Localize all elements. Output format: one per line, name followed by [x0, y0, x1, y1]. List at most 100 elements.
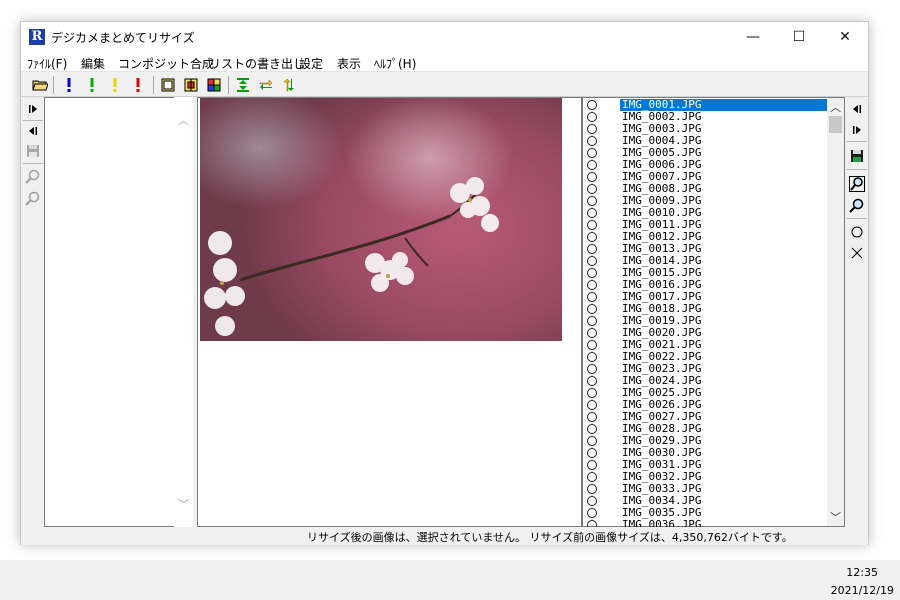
- menu-bar: ﾌｧｲﾙ(F) 編集 コンポジット合成 リストの書き出し 設定 表示 ﾍﾙﾌﾟ(…: [21, 52, 868, 72]
- zoom-disabled-button[interactable]: [23, 189, 43, 209]
- save-disabled-button[interactable]: [23, 141, 43, 161]
- zoom-fit-button[interactable]: [847, 174, 867, 194]
- list-item[interactable]: IMG_0027.JPG: [584, 411, 827, 423]
- status-circle-icon: [587, 220, 597, 230]
- file-list-scrollbar[interactable]: ︿ ﹀: [827, 98, 844, 526]
- list-item[interactable]: IMG_0005.JPG: [584, 147, 827, 159]
- list-item[interactable]: IMG_0033.JPG: [584, 483, 827, 495]
- fit-vertical-button[interactable]: [234, 76, 252, 94]
- list-item[interactable]: IMG_0024.JPG: [584, 375, 827, 387]
- list-item[interactable]: IMG_0023.JPG: [584, 363, 827, 375]
- maximize-button[interactable]: ☐: [776, 22, 822, 52]
- status-message: リサイズ後の画像は、選択されていません。 リサイズ前の画像サイズは、4,350,…: [307, 531, 793, 544]
- exclamation-dot: [90, 89, 94, 92]
- menu-export-list[interactable]: リストの書き出し: [209, 55, 305, 72]
- status-circle-icon: [587, 316, 597, 326]
- zoom-fit-disabled-button[interactable]: [23, 167, 43, 187]
- app-window: R デジカメまとめてリサイズ — ☐ ✕ ﾌｧｲﾙ(F) 編集 コンポジット合成…: [20, 21, 869, 545]
- circle-icon: [851, 226, 863, 238]
- title-bar[interactable]: R デジカメまとめてリサイズ — ☐ ✕: [21, 22, 868, 52]
- menu-edit[interactable]: 編集: [81, 55, 105, 72]
- expand-right-button[interactable]: [23, 99, 43, 119]
- priority-green-button[interactable]: [83, 76, 101, 94]
- list-item[interactable]: IMG_0029.JPG: [584, 435, 827, 447]
- list-item[interactable]: IMG_0012.JPG: [584, 231, 827, 243]
- grid-frame-icon: [184, 78, 198, 92]
- list-item[interactable]: IMG_0007.JPG: [584, 171, 827, 183]
- zoom-button[interactable]: [847, 196, 867, 216]
- cross-icon: [851, 247, 863, 259]
- swap-horizontal-button[interactable]: [257, 76, 275, 94]
- mark-cross-button[interactable]: [847, 243, 867, 263]
- list-item[interactable]: IMG_0009.JPG: [584, 195, 827, 207]
- swap-vertical-button[interactable]: [280, 76, 298, 94]
- list-item[interactable]: IMG_0032.JPG: [584, 471, 827, 483]
- list-item[interactable]: IMG_0014.JPG: [584, 255, 827, 267]
- list-item[interactable]: IMG_0003.JPG: [584, 123, 827, 135]
- close-button[interactable]: ✕: [822, 22, 868, 52]
- list-item[interactable]: IMG_0001.JPG: [584, 99, 828, 111]
- menu-file[interactable]: ﾌｧｲﾙ(F): [27, 55, 67, 72]
- list-item[interactable]: IMG_0006.JPG: [584, 159, 827, 171]
- menu-help[interactable]: ﾍﾙﾌﾟ(H): [374, 55, 416, 72]
- toolbar: [21, 73, 868, 97]
- list-item[interactable]: IMG_0020.JPG: [584, 327, 827, 339]
- status-circle-icon: [587, 352, 597, 362]
- expand-right-right-strip-button[interactable]: [847, 120, 867, 140]
- list-item[interactable]: IMG_0011.JPG: [584, 219, 827, 231]
- clock-time[interactable]: 12:35: [846, 566, 878, 579]
- list-item[interactable]: IMG_0025.JPG: [584, 387, 827, 399]
- list-item[interactable]: IMG_0002.JPG: [584, 111, 827, 123]
- folder-tree-panel[interactable]: [44, 97, 175, 527]
- menu-composite[interactable]: コンポジット合成: [118, 55, 214, 72]
- save-button[interactable]: [847, 146, 867, 166]
- scroll-up-icon[interactable]: ︿: [175, 111, 192, 128]
- collapse-left-button[interactable]: [23, 121, 43, 141]
- priority-red-button[interactable]: [129, 76, 147, 94]
- status-circle-icon: [587, 136, 597, 146]
- list-item[interactable]: IMG_0035.JPG: [584, 507, 827, 519]
- scroll-down-icon[interactable]: ﹀: [827, 508, 844, 525]
- list-item[interactable]: IMG_0016.JPG: [584, 279, 827, 291]
- list-item[interactable]: IMG_0010.JPG: [584, 207, 827, 219]
- list-item[interactable]: IMG_0028.JPG: [584, 423, 827, 435]
- open-folder-button[interactable]: [31, 76, 49, 94]
- list-item[interactable]: IMG_0026.JPG: [584, 399, 827, 411]
- collapse-left-right-strip-button[interactable]: [847, 99, 867, 119]
- list-item[interactable]: IMG_0015.JPG: [584, 267, 827, 279]
- side-separator: [847, 218, 867, 219]
- menu-view[interactable]: 表示: [337, 55, 361, 72]
- list-item[interactable]: IMG_0022.JPG: [584, 351, 827, 363]
- play-right-icon: [29, 105, 37, 113]
- toolbar-separator: [153, 76, 154, 94]
- tile-button[interactable]: [205, 76, 223, 94]
- scroll-up-icon[interactable]: ︿: [827, 98, 844, 115]
- list-item[interactable]: IMG_0004.JPG: [584, 135, 827, 147]
- priority-yellow-button[interactable]: [106, 76, 124, 94]
- list-item[interactable]: IMG_0008.JPG: [584, 183, 827, 195]
- status-circle-icon: [587, 112, 597, 122]
- list-item[interactable]: IMG_0013.JPG: [584, 243, 827, 255]
- minimize-button[interactable]: —: [730, 22, 776, 52]
- image-preview-panel[interactable]: ︿ ﹀: [197, 97, 757, 527]
- status-circle-icon: [587, 256, 597, 266]
- scroll-down-icon[interactable]: ﹀: [175, 495, 192, 512]
- list-item[interactable]: IMG_0017.JPG: [584, 291, 827, 303]
- list-item[interactable]: IMG_0021.JPG: [584, 339, 827, 351]
- priority-blue-button[interactable]: [60, 76, 78, 94]
- list-item[interactable]: IMG_0034.JPG: [584, 495, 827, 507]
- frame-button[interactable]: [159, 76, 177, 94]
- file-list-panel[interactable]: IMG_0001.JPG IMG_0002.JPG IMG_0003.JPG IMG_…: [582, 97, 845, 531]
- menu-settings[interactable]: 設定: [299, 55, 323, 72]
- exclamation-red-icon: [136, 78, 140, 92]
- grid-frame-button[interactable]: [182, 76, 200, 94]
- scrollbar-thumb[interactable]: [829, 116, 842, 133]
- list-item[interactable]: IMG_0030.JPG: [584, 447, 827, 459]
- clock-date[interactable]: 2021/12/19: [831, 584, 894, 597]
- mark-circle-button[interactable]: [847, 222, 867, 242]
- list-item[interactable]: IMG_0031.JPG: [584, 459, 827, 471]
- list-item[interactable]: IMG_0018.JPG: [584, 303, 827, 315]
- folder-tree-scrollbar[interactable]: ︿ ﹀: [174, 97, 193, 527]
- magnifier-icon: [25, 191, 40, 206]
- list-item[interactable]: IMG_0019.JPG: [584, 315, 827, 327]
